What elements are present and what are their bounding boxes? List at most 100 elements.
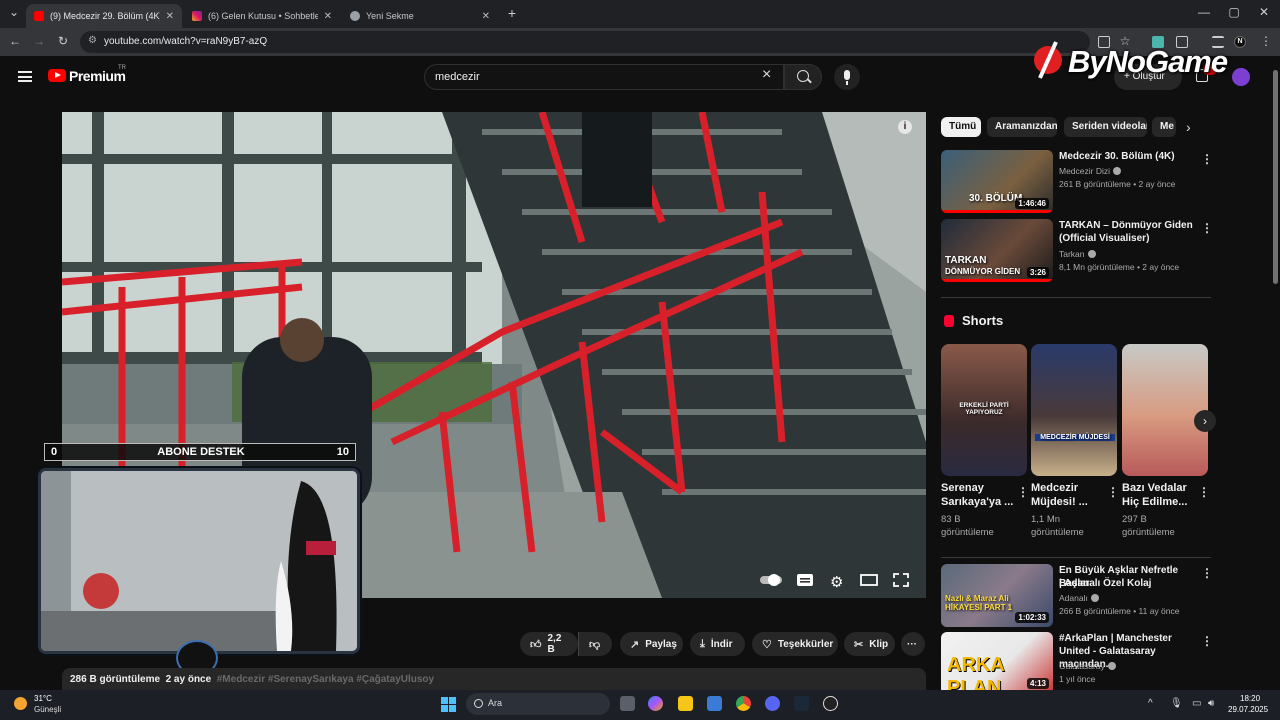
subscriber-goal-bar: ABONE DESTEK 0 10 bbox=[44, 443, 356, 461]
steam-icon[interactable] bbox=[794, 696, 809, 711]
chip-from-search[interactable]: Aramanızdan bbox=[987, 117, 1057, 137]
video-thumbnail[interactable]: 30. BÖLÜM 1:46:46 bbox=[941, 150, 1053, 213]
close-tab-icon[interactable]: ✕ bbox=[324, 11, 332, 22]
short-title[interactable]: Bazı Vedalar Hiç Edilme... bbox=[1122, 481, 1196, 509]
file-explorer-icon[interactable] bbox=[678, 696, 693, 711]
short-views: 83 B görüntüleme bbox=[941, 513, 1021, 539]
short-title[interactable]: Medcezir Müjdesi! ... bbox=[1031, 481, 1105, 509]
new-tab-button[interactable]: + bbox=[504, 5, 520, 21]
video-title[interactable]: TARKAN – Dönmüyor Giden bbox=[1059, 219, 1199, 232]
short-thumbnail[interactable]: MEDCEZİR MÜJDESİ bbox=[1031, 344, 1117, 476]
short-thumbnail[interactable]: ERKEKLİ PARTİ YAPIYORUZ bbox=[941, 344, 1027, 476]
more-options-icon[interactable]: ⋮ bbox=[1201, 221, 1213, 235]
weather-sun-icon[interactable] bbox=[14, 697, 27, 710]
tab-new[interactable]: Yeni Sekme ✕ bbox=[342, 4, 498, 28]
microphone-icon[interactable]: 🎙︎ bbox=[1170, 698, 1183, 709]
url-field[interactable]: ⚙ youtube.com/watch?v=raN9yB7-azQ bbox=[80, 31, 1090, 53]
channel-name[interactable]: Galatasaray bbox=[1059, 661, 1116, 671]
settings-gear-icon[interactable]: ⚙ bbox=[830, 573, 843, 591]
copilot-icon[interactable] bbox=[648, 696, 663, 711]
more-options-icon[interactable]: ⋮ bbox=[1201, 152, 1213, 166]
video-duration: 1:02:33 bbox=[1015, 612, 1049, 623]
tab-search-icon[interactable]: ⌄ bbox=[6, 5, 22, 19]
back-icon[interactable]: ← bbox=[7, 34, 23, 48]
clock-time[interactable]: 18:20 bbox=[1240, 694, 1260, 703]
video-title[interactable]: Medcezir 30. Bölüm (4K) bbox=[1059, 150, 1199, 163]
volume-icon[interactable]: 🔊︎ bbox=[1208, 698, 1214, 709]
maximize-icon[interactable]: ▢ bbox=[1226, 5, 1242, 19]
description-box[interactable]: 286 B görüntüleme 2 ay önce #Medcezir #S… bbox=[62, 668, 926, 690]
site-info-icon[interactable]: ⚙ bbox=[88, 35, 97, 46]
search-button[interactable] bbox=[784, 64, 822, 90]
theater-mode-icon[interactable] bbox=[860, 573, 878, 590]
chip-all[interactable]: Tümü bbox=[941, 117, 981, 137]
chip-series-videos[interactable]: Seriden videolar bbox=[1064, 117, 1147, 137]
video-title-line2[interactable]: (Official Visualiser) bbox=[1059, 232, 1199, 245]
close-window-icon[interactable]: ✕ bbox=[1256, 5, 1272, 19]
video-thumbnail[interactable]: ARKA PLAN 4:13 bbox=[941, 632, 1053, 690]
reload-icon[interactable]: ↻ bbox=[55, 34, 71, 48]
youtube-logo-icon[interactable] bbox=[48, 69, 66, 82]
forward-icon[interactable]: → bbox=[31, 34, 47, 48]
discord-icon[interactable] bbox=[765, 696, 780, 711]
subtitles-icon[interactable] bbox=[797, 573, 813, 590]
recommended-video[interactable]: Nazlı & Maraz Ali HİKAYESİ PART 1 1:02:3… bbox=[941, 564, 1213, 628]
chevron-right-icon[interactable]: › bbox=[1186, 119, 1191, 135]
info-icon[interactable]: i bbox=[898, 120, 912, 134]
recommended-video[interactable]: 30. BÖLÜM 1:46:46 Medcezir 30. Bölüm (4K… bbox=[941, 150, 1213, 214]
tab-medcezir[interactable]: (9) Medcezir 29. Bölüm (4K) - Y ✕ bbox=[26, 4, 182, 28]
more-options-icon[interactable]: ⋮ bbox=[1017, 485, 1029, 499]
bynogame-logo-icon bbox=[1034, 41, 1062, 79]
video-title[interactable]: #ArkaPlan | Manchester bbox=[1059, 632, 1199, 645]
search-input[interactable]: medcezir bbox=[424, 64, 784, 90]
autoplay-toggle-icon[interactable] bbox=[760, 573, 784, 590]
windows-start-icon[interactable] bbox=[441, 697, 456, 712]
chip-more[interactable]: Me bbox=[1152, 117, 1176, 137]
close-tab-icon[interactable]: ✕ bbox=[482, 11, 490, 22]
channel-name[interactable]: Adanalı bbox=[1059, 593, 1099, 603]
store-icon[interactable] bbox=[707, 696, 722, 711]
close-tab-icon[interactable]: ✕ bbox=[166, 11, 174, 22]
weather-description[interactable]: Güneşli bbox=[34, 705, 61, 714]
chrome-icon[interactable] bbox=[736, 696, 751, 711]
more-options-icon[interactable]: ⋮ bbox=[1201, 566, 1213, 580]
more-options-icon[interactable]: ⋮ bbox=[1198, 485, 1210, 499]
more-actions-button[interactable]: ··· bbox=[901, 632, 925, 656]
recommended-video[interactable]: TARKAN DÖNMÜYOR GİDEN 3:26 TARKAN – Dönm… bbox=[941, 219, 1213, 283]
thanks-button[interactable]: ♡ Teşekkürler bbox=[752, 632, 838, 656]
clock-date[interactable]: 29.07.2025 bbox=[1228, 705, 1268, 714]
shorts-next-button[interactable]: › bbox=[1194, 410, 1216, 432]
hashtags[interactable]: #Medcezir #SerenaySarıkaya #ÇağatayUluso… bbox=[217, 674, 434, 685]
clear-search-icon[interactable]: × bbox=[762, 67, 771, 83]
obs-icon[interactable] bbox=[823, 696, 838, 711]
short-title-line2: Sarıkaya'ya ... bbox=[941, 496, 1014, 508]
weather-temperature[interactable]: 31°C bbox=[34, 694, 52, 703]
network-icon[interactable]: ▭ bbox=[1192, 698, 1201, 709]
recommended-video[interactable]: ARKA PLAN 4:13 #ArkaPlan | Manchester Un… bbox=[941, 632, 1211, 690]
clip-button[interactable]: ✂ Klip bbox=[844, 632, 895, 656]
voice-search-icon[interactable] bbox=[834, 64, 860, 90]
tray-overflow-icon[interactable]: ^ bbox=[1148, 698, 1153, 709]
dislike-button[interactable]: 👎︎ bbox=[578, 632, 612, 656]
short-title[interactable]: Serenay Sarıkaya'ya ... bbox=[941, 481, 1015, 509]
hamburger-menu-icon[interactable] bbox=[18, 71, 32, 82]
tab-instagram[interactable]: (6) Gelen Kutusu • Sohbetler ✕ bbox=[184, 4, 340, 28]
video-thumbnail[interactable]: TARKAN DÖNMÜYOR GİDEN 3:26 bbox=[941, 219, 1053, 282]
share-button[interactable]: ↗ Paylaş bbox=[620, 632, 683, 656]
more-options-icon[interactable]: ⋮ bbox=[1107, 485, 1119, 499]
like-button[interactable]: 👍︎ 2,2 B bbox=[520, 632, 578, 656]
channel-name[interactable]: Medcezir Dizi bbox=[1059, 166, 1122, 176]
minimize-icon[interactable]: — bbox=[1196, 5, 1212, 19]
channel-name[interactable]: Tarkan bbox=[1059, 249, 1096, 259]
video-thumbnail[interactable]: Nazlı & Maraz Ali HİKAYESİ PART 1 1:02:3… bbox=[941, 564, 1053, 627]
download-button[interactable]: ⤓ İndir bbox=[690, 632, 745, 656]
task-view-icon[interactable] bbox=[620, 696, 635, 711]
video-title-line2[interactable]: | Adanalı Özel Kolaj bbox=[1059, 577, 1199, 590]
short-thumbnail[interactable] bbox=[1122, 344, 1208, 476]
youtube-premium-logo[interactable]: Premium bbox=[69, 68, 126, 84]
fullscreen-icon[interactable] bbox=[893, 573, 909, 590]
more-options-icon[interactable]: ⋮ bbox=[1201, 634, 1211, 648]
browser-menu-icon[interactable]: ⋮ bbox=[1258, 34, 1274, 48]
taskbar-search[interactable]: Ara bbox=[466, 693, 610, 715]
scrollbar-thumb[interactable] bbox=[1273, 70, 1278, 284]
